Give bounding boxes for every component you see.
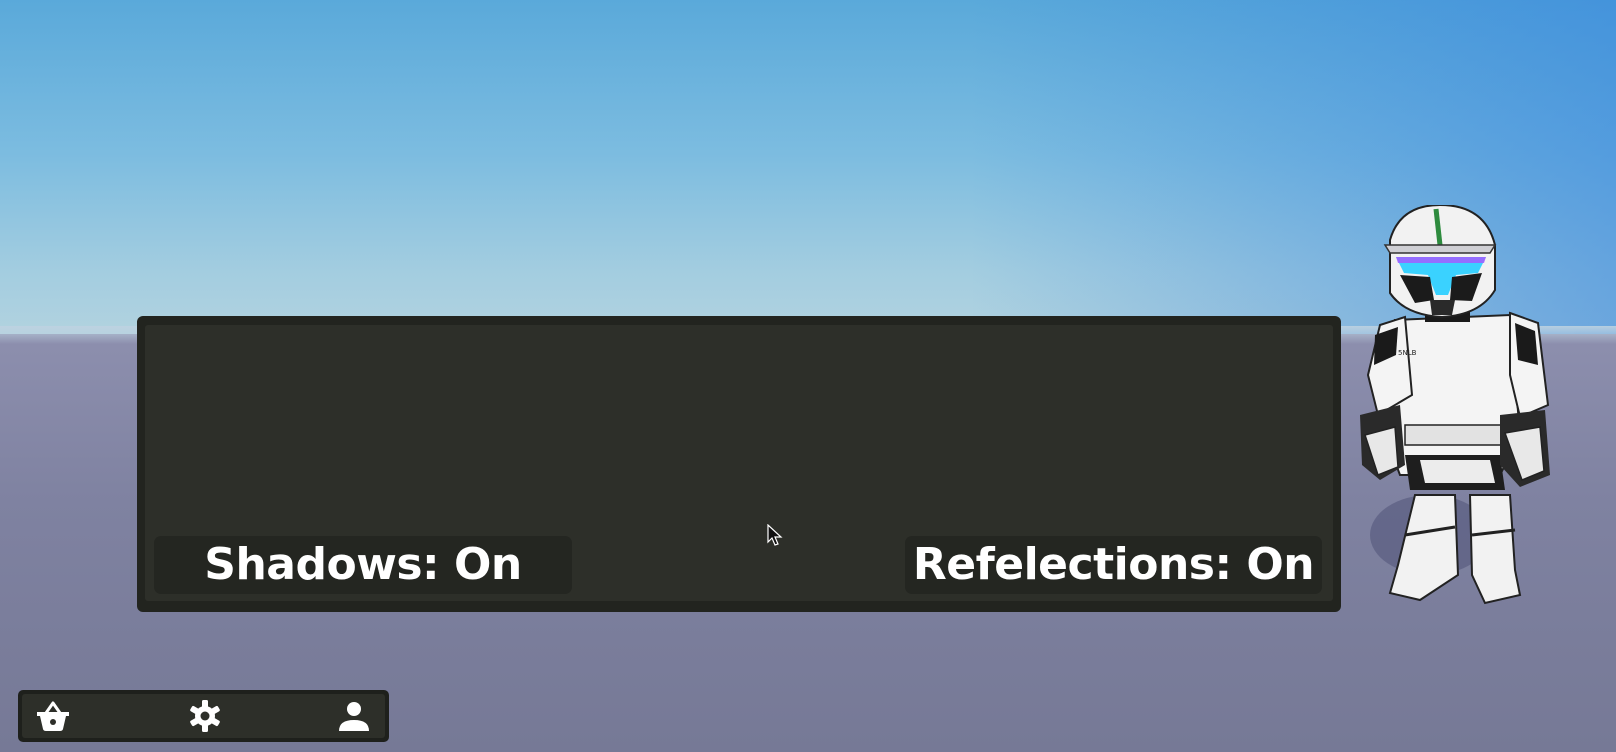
mouse-cursor-icon <box>767 524 783 546</box>
reflections-toggle-button[interactable]: Refelections: On <box>905 536 1322 594</box>
graphics-settings-panel: Shadows: On Refelections: On <box>137 316 1341 612</box>
shadows-toggle-button[interactable]: Shadows: On <box>154 536 572 594</box>
gear-icon <box>190 700 220 732</box>
settings-panel-body: Shadows: On Refelections: On <box>145 325 1333 601</box>
toolbar-body <box>22 694 385 738</box>
shop-basket-icon <box>37 701 69 731</box>
bottom-toolbar <box>18 690 389 742</box>
shop-button[interactable] <box>35 698 71 734</box>
profile-person-icon <box>339 702 369 731</box>
settings-button[interactable] <box>187 698 223 734</box>
game-viewport: 5NLB Shadows: On Refelections: On <box>0 0 1616 752</box>
profile-button[interactable] <box>336 698 372 734</box>
svg-text:5NLB: 5NLB <box>1398 349 1417 357</box>
player-character-avatar: 5NLB <box>1360 205 1550 605</box>
